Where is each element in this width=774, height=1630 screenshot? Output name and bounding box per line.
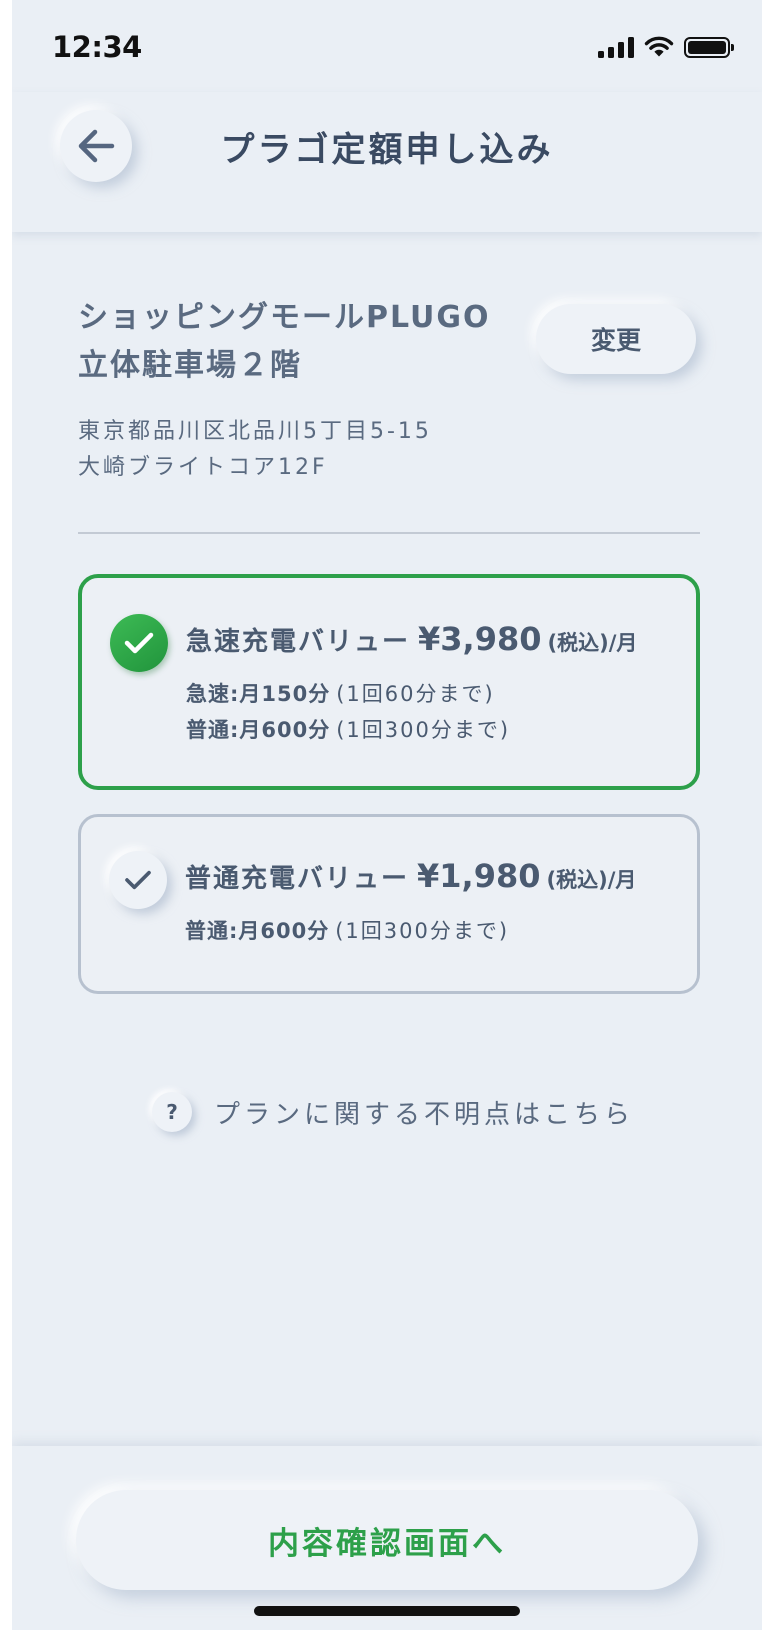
plan-detail-line: 普通:月600分 (1回300分まで) xyxy=(185,913,509,949)
plan-title: 急速充電バリュー ¥3,980 (税込)/月 xyxy=(186,620,637,658)
detail-note: (1回300分まで) xyxy=(336,718,511,742)
plan-price: ¥3,980 xyxy=(418,620,542,658)
address-line2: 大崎ブライトコア12F xyxy=(78,455,328,480)
plan-name: 普通充電バリュー xyxy=(185,864,410,894)
plan-price: ¥1,980 xyxy=(417,857,541,895)
location-name-line1: ショッピングモールPLUGO xyxy=(78,300,491,335)
header-bar: プラゴ定額申し込み xyxy=(12,92,762,232)
wifi-icon xyxy=(644,36,674,57)
status-icons xyxy=(598,36,734,58)
detail-note: (1回60分まで) xyxy=(336,682,495,706)
status-bar: 12:34 xyxy=(12,0,762,92)
plan-radio-unselected[interactable] xyxy=(109,851,167,909)
home-indicator xyxy=(254,1606,520,1616)
detail-label: 普通:月600分 xyxy=(185,919,330,943)
plan-radio-selected[interactable] xyxy=(110,614,168,672)
detail-note: (1回300分まで) xyxy=(335,919,510,943)
check-icon xyxy=(125,870,151,890)
plan-details: 普通:月600分 (1回300分まで) xyxy=(185,913,509,949)
plan-help-link[interactable]: ? プランに関する不明点はこちら xyxy=(152,1092,634,1132)
footer-bar: 内容確認画面へ xyxy=(12,1446,762,1630)
plan-detail-line: 急速:月150分 (1回60分まで) xyxy=(186,676,510,712)
plan-card-rapid[interactable]: 急速充電バリュー ¥3,980 (税込)/月 急速:月150分 (1回60分まで) 普… xyxy=(78,574,700,790)
battery-icon xyxy=(684,36,734,58)
location-name: ショッピングモールPLUGO 立体駐車場２階 xyxy=(78,294,498,390)
status-time: 12:34 xyxy=(52,30,142,64)
address-line1: 東京都品川区北品川5丁目5-15 xyxy=(78,419,432,444)
location-name-line2: 立体駐車場２階 xyxy=(78,348,302,383)
divider xyxy=(78,532,700,534)
cellular-signal-icon xyxy=(598,36,634,58)
plan-card-normal[interactable]: 普通充電バリュー ¥1,980 (税込)/月 普通:月600分 (1回300分まで) xyxy=(78,814,700,994)
check-icon xyxy=(124,632,154,654)
app-screen: 12:34 プラゴ定額申し込み ショッピングモールPLUGO 立体駐車場２階 東… xyxy=(12,0,762,1630)
change-location-button[interactable]: 変更 xyxy=(536,304,696,374)
plan-title: 普通充電バリュー ¥1,980 (税込)/月 xyxy=(185,857,636,895)
detail-label: 普通:月600分 xyxy=(186,718,331,742)
plan-details: 急速:月150分 (1回60分まで) 普通:月600分 (1回300分まで) xyxy=(186,676,510,748)
plan-detail-line: 普通:月600分 (1回300分まで) xyxy=(186,712,510,748)
detail-label: 急速:月150分 xyxy=(186,682,331,706)
confirm-button[interactable]: 内容確認画面へ xyxy=(76,1490,698,1590)
plan-unit: (税込)/月 xyxy=(547,631,638,655)
help-text: プランに関する不明点はこちら xyxy=(214,1099,635,1130)
plan-unit: (税込)/月 xyxy=(546,868,637,892)
location-info: ショッピングモールPLUGO 立体駐車場２階 東京都品川区北品川5丁目5-15 … xyxy=(78,294,498,486)
location-address: 東京都品川区北品川5丁目5-15 大崎ブライトコア12F xyxy=(78,414,498,486)
plan-name: 急速充電バリュー xyxy=(186,627,411,657)
question-icon: ? xyxy=(152,1092,192,1132)
page-title: プラゴ定額申し込み xyxy=(220,130,554,170)
